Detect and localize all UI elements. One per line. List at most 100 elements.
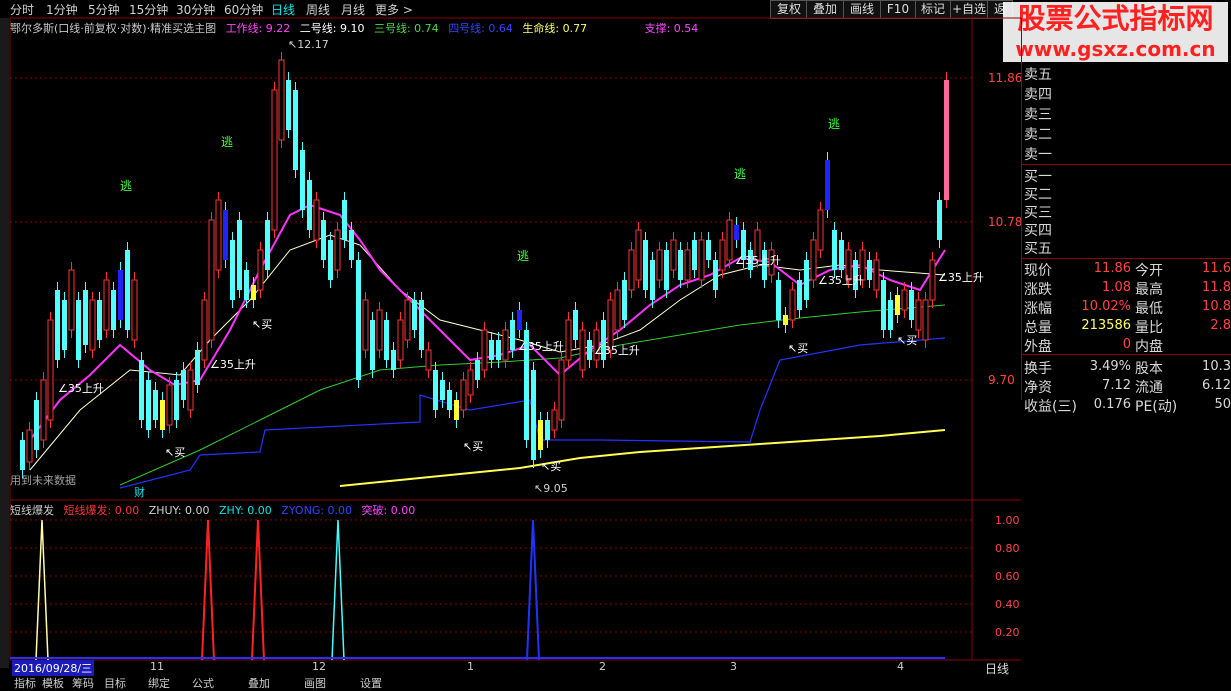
- quote-value: 1.08: [1102, 280, 1131, 295]
- candle-body: [356, 260, 361, 380]
- finance-marker: 财: [134, 485, 145, 499]
- bottom-tab[interactable]: 目标: [104, 675, 126, 691]
- candle-body: [698, 239, 705, 281]
- bid-5: 买五: [1024, 241, 1052, 257]
- candle-body: [783, 315, 788, 325]
- quote-value: 50: [1214, 397, 1231, 412]
- candle-body: [922, 299, 929, 341]
- escape-marker: 逃: [734, 167, 746, 181]
- sub-zhuy: ZHUY: 0.00: [148, 504, 210, 517]
- low-price-label: ↖9.05: [534, 482, 568, 495]
- candle-body: [873, 259, 880, 291]
- bid-4: 买四: [1024, 223, 1052, 239]
- candle-body: [776, 280, 781, 320]
- candle-body: [467, 369, 474, 396]
- rise35-marker: ∠35上升: [938, 271, 984, 284]
- candle-body: [713, 260, 718, 290]
- bid-2: 买二: [1024, 187, 1052, 203]
- high-price-label: ↖12.17: [288, 38, 329, 51]
- candle-body: [944, 80, 949, 200]
- sub-indicator-name[interactable]: 短线爆发: [10, 504, 54, 517]
- bottom-tab[interactable]: 公式: [192, 675, 214, 691]
- candle-body: [342, 200, 347, 240]
- spike-zhy: [331, 519, 345, 661]
- main-indicator-name[interactable]: 鄂尔多斯(口线·前复权·对数)·精准买选主图: [10, 22, 216, 35]
- bottom-tab[interactable]: 模板: [42, 675, 64, 691]
- candle-body: [565, 319, 572, 361]
- bottom-tab[interactable]: 画图: [304, 675, 326, 691]
- candle-body: [810, 239, 817, 281]
- sub-breakout: 突破: 0.00: [361, 504, 416, 517]
- bid-3: 买三: [1024, 205, 1052, 221]
- candle-body: [719, 239, 726, 271]
- quote-label: 涨跌: [1024, 282, 1052, 298]
- quote-label: 换手: [1024, 361, 1052, 377]
- candle-body: [510, 320, 515, 350]
- buy-marker: ↖买: [897, 334, 917, 347]
- indicator-work-line: 工作线: 9.22: [225, 22, 291, 35]
- candle-body: [166, 384, 173, 426]
- candle-body: [111, 290, 116, 330]
- candle-body: [397, 319, 404, 361]
- candle-body: [670, 239, 677, 271]
- candle-body: [734, 225, 739, 240]
- candle-body: [391, 350, 396, 370]
- quote-label: 量比: [1135, 320, 1163, 336]
- candle-body: [370, 320, 375, 370]
- candle-body: [208, 219, 215, 341]
- candle-body: [174, 380, 179, 420]
- rise35-marker: ∠35上升: [518, 340, 564, 353]
- month-tick: 12: [312, 660, 326, 673]
- sub-axis-080: 0.80: [995, 542, 1020, 555]
- ask-2: 卖二: [1024, 127, 1052, 143]
- candle-body: [460, 379, 467, 411]
- rise35-marker: ∠35上升: [58, 382, 104, 395]
- candle-body: [454, 400, 459, 420]
- candle-body: [181, 370, 186, 400]
- candle-body: [257, 249, 264, 291]
- period-indicator[interactable]: 日线: [985, 660, 1009, 677]
- candle-body: [97, 300, 102, 340]
- rise35-marker: ∠35上升: [210, 358, 256, 371]
- candle-body: [607, 299, 614, 351]
- quote-label: 流通: [1135, 380, 1163, 396]
- bottom-tab[interactable]: 筹码: [72, 675, 94, 691]
- ask-3: 卖三: [1024, 107, 1052, 123]
- buy-marker: ↖买: [252, 318, 272, 331]
- ask-4: 卖四: [1024, 87, 1052, 103]
- quote-panel: 卖五 卖四 卖三 卖二 卖一 买一 买二 买三 买四 买五 现价 11.86 今…: [1021, 18, 1231, 415]
- candle-body: [146, 380, 151, 430]
- bottom-tab[interactable]: 指标: [14, 675, 36, 691]
- quote-label: 股本: [1135, 361, 1163, 377]
- candle-body: [328, 240, 333, 280]
- candle-body: [635, 229, 642, 281]
- rise35-marker: ∠35上升: [594, 344, 640, 357]
- candle-body: [47, 319, 54, 421]
- candle-body: [384, 320, 389, 360]
- spike-burst: [201, 519, 215, 661]
- kline-chart[interactable]: 11.86 10.78 9.70 1.00 0.80 0.60 0.40 0.2…: [0, 0, 1021, 683]
- candle-body: [153, 390, 158, 420]
- bid-1: 买一: [1024, 169, 1052, 185]
- candle-body: [804, 260, 809, 300]
- candle-body: [362, 299, 369, 351]
- quote-label: 最低: [1135, 301, 1163, 317]
- candle-body: [89, 299, 96, 351]
- candle-body: [187, 369, 194, 411]
- candle-body: [62, 300, 67, 350]
- quote-label: PE(动): [1135, 399, 1178, 415]
- quote-label: 外盘: [1024, 339, 1052, 355]
- candle-body: [447, 390, 452, 410]
- quote-value: 2.8: [1210, 318, 1231, 333]
- future-data-note: 用到未来数据: [10, 473, 76, 487]
- sub-zhy: ZHY: 0.00: [219, 504, 272, 517]
- bottom-tab[interactable]: 绑定: [148, 675, 170, 691]
- candle-body: [440, 380, 445, 400]
- buy-marker: ↖买: [463, 440, 483, 453]
- candle-body: [271, 89, 278, 231]
- candle-body: [404, 299, 411, 341]
- bottom-tab[interactable]: 叠加: [248, 675, 270, 691]
- bottom-tab[interactable]: 设置: [360, 675, 382, 691]
- candle-body: [692, 240, 697, 270]
- candle-body: [160, 400, 165, 430]
